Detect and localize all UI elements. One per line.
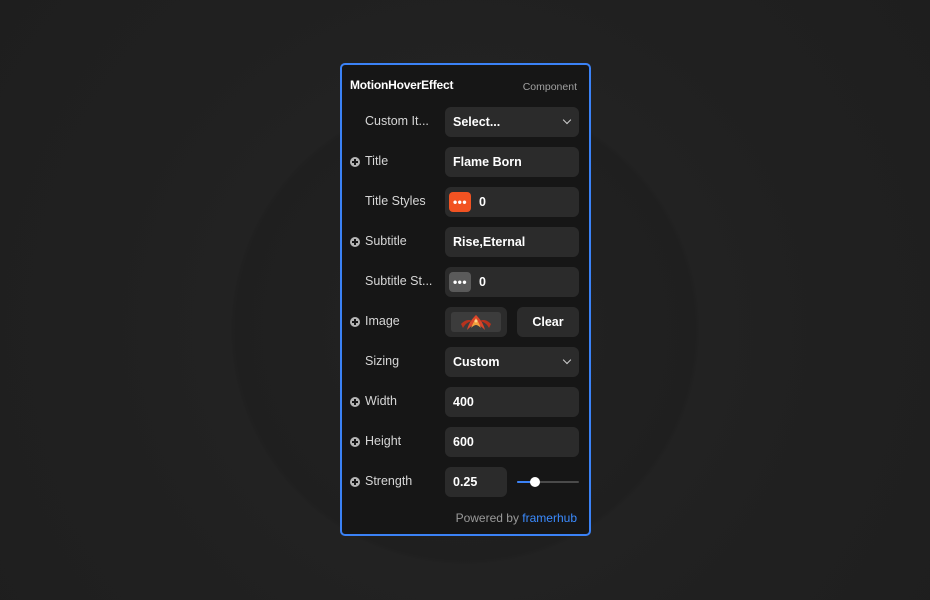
powered-by-prefix: Powered by xyxy=(455,511,519,525)
strength-slider[interactable] xyxy=(517,467,579,497)
row-strength: Strength 0.25 xyxy=(342,467,589,497)
strength-value: 0.25 xyxy=(453,475,478,489)
title-label: Title xyxy=(365,154,389,168)
subtitle-styles-field[interactable]: ••• 0 xyxy=(445,267,579,297)
panel-header: MotionHoverEffect Component xyxy=(350,77,577,95)
strength-input[interactable]: 0.25 xyxy=(445,467,507,497)
add-circle-icon[interactable] xyxy=(350,477,360,487)
row-custom-items: Custom It... Select... xyxy=(342,107,589,137)
custom-items-value: Select... xyxy=(453,115,501,129)
row-subtitle: Subtitle Rise,Eternal xyxy=(342,227,589,257)
row-subtitle-styles: Subtitle St... ••• 0 xyxy=(342,267,589,297)
properties-panel: MotionHoverEffect Component Custom It...… xyxy=(340,63,591,536)
ellipsis-icon[interactable]: ••• xyxy=(449,192,471,212)
row-image: Image Clear xyxy=(342,307,589,337)
add-circle-icon[interactable] xyxy=(350,237,360,247)
add-circle-icon[interactable] xyxy=(350,317,360,327)
title-styles-field[interactable]: ••• 0 xyxy=(445,187,579,217)
width-value: 400 xyxy=(453,395,474,409)
slider-knob[interactable] xyxy=(530,477,540,487)
sizing-value: Custom xyxy=(453,355,500,369)
title-input[interactable]: Flame Born xyxy=(445,147,579,177)
image-picker[interactable] xyxy=(445,307,507,337)
width-label: Width xyxy=(365,394,397,408)
clear-image-button[interactable]: Clear xyxy=(517,307,579,337)
subtitle-styles-value: 0 xyxy=(479,275,486,289)
custom-items-select[interactable]: Select... xyxy=(445,107,579,137)
add-circle-icon[interactable] xyxy=(350,437,360,447)
add-circle-icon[interactable] xyxy=(350,397,360,407)
ellipsis-icon[interactable]: ••• xyxy=(449,272,471,292)
height-value: 600 xyxy=(453,435,474,449)
row-width: Width 400 xyxy=(342,387,589,417)
strength-label: Strength xyxy=(365,474,413,488)
subtitle-label: Subtitle xyxy=(365,234,407,248)
panel-title: MotionHoverEffect xyxy=(350,78,454,92)
chevron-down-icon xyxy=(562,115,572,125)
add-circle-icon[interactable] xyxy=(350,157,360,167)
sizing-label: Sizing xyxy=(365,354,400,368)
row-height: Height 600 xyxy=(342,427,589,457)
row-title-styles: Title Styles ••• 0 xyxy=(342,187,589,217)
framerhub-link[interactable]: framerhub xyxy=(522,511,577,525)
row-title: Title Flame Born xyxy=(342,147,589,177)
powered-by: Powered by framerhub xyxy=(456,511,577,525)
image-label: Image xyxy=(365,314,400,328)
height-label: Height xyxy=(365,434,402,448)
title-styles-label: Title Styles xyxy=(365,194,426,208)
sizing-select[interactable]: Custom xyxy=(445,347,579,377)
custom-items-label: Custom It... xyxy=(365,114,429,128)
subtitle-value: Rise,Eternal xyxy=(453,235,526,249)
width-input[interactable]: 400 xyxy=(445,387,579,417)
subtitle-input[interactable]: Rise,Eternal xyxy=(445,227,579,257)
height-input[interactable]: 600 xyxy=(445,427,579,457)
title-value: Flame Born xyxy=(453,155,522,169)
chevron-down-icon xyxy=(562,355,572,365)
component-tag: Component xyxy=(522,81,577,93)
image-thumbnail xyxy=(451,312,501,332)
row-sizing: Sizing Custom xyxy=(342,347,589,377)
title-styles-value: 0 xyxy=(479,195,486,209)
subtitle-styles-label: Subtitle St... xyxy=(365,274,433,288)
